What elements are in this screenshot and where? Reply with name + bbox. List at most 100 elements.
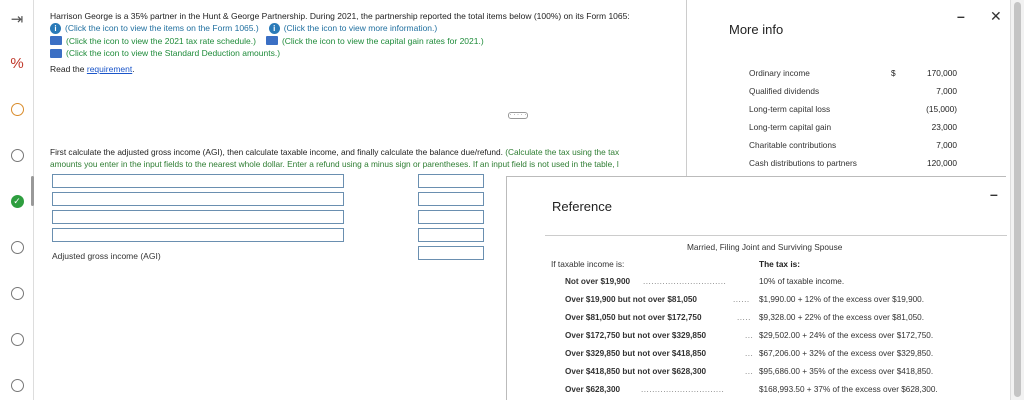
leader-dots: ..............................	[643, 277, 727, 286]
row-3-label-field[interactable]	[52, 210, 344, 224]
table-row: Charitable contributions 7,000	[749, 140, 957, 158]
table-row: Long-term capital gain 23,000	[749, 122, 957, 140]
tax-bracket-row: Over $418,850 but not over $628,300... $9…	[565, 367, 1005, 381]
circle-icon	[10, 378, 24, 392]
tax-bracket-row: Over $172,750 but not over $329,850... $2…	[565, 331, 1005, 345]
table-row: Ordinary income $170,000	[749, 68, 957, 86]
bracket-tax: $1,990.00 + 12% of the excess over $19,9…	[759, 295, 925, 304]
question-3-status[interactable]: ✓	[8, 192, 26, 210]
agi-label: Adjusted gross income (AGI)	[52, 251, 161, 261]
bracket-condition: Over $418,850 but not over $628,300	[565, 367, 707, 376]
book-icon[interactable]	[265, 36, 278, 46]
row-2-amount-field[interactable]	[418, 192, 484, 206]
question-6-status[interactable]	[8, 330, 26, 348]
divider	[545, 235, 1007, 236]
link-row-1: i (Click the icon to view the items on t…	[50, 22, 690, 34]
circle-icon	[10, 286, 24, 300]
item-label: Long-term capital loss	[749, 104, 831, 114]
bracket-condition: Over $628,300	[565, 385, 621, 394]
instruction-line-2: amounts you enter in the input fields to…	[50, 159, 619, 170]
item-value: 23,000	[931, 122, 957, 132]
page-scrollbar[interactable]	[1010, 0, 1024, 400]
tax-bracket-row: Not over $19,900........................…	[565, 277, 1005, 291]
link-row-2: (Click the icon to view the 2021 tax rat…	[50, 35, 690, 47]
bracket-tax: $67,206.00 + 32% of the excess over $329…	[759, 349, 934, 358]
question-4-status[interactable]	[8, 238, 26, 256]
tax-bracket-row: Over $628,300...........................…	[565, 385, 1005, 399]
bracket-condition: Over $19,900 but not over $81,050	[565, 295, 697, 304]
more-info-title: More info	[729, 22, 784, 37]
std-deduction-link[interactable]: (Click the icon to view the Standard Ded…	[66, 47, 280, 59]
more-info-panel: More info Ordinary income $170,000 Qualif…	[686, 0, 1010, 178]
more-info-table: Ordinary income $170,000 Qualified divide…	[749, 68, 957, 176]
bracket-tax: $168,993.50 + 37% of the excess over $62…	[759, 385, 938, 394]
more-info-link[interactable]: (Click the icon to view more information…	[284, 22, 438, 34]
leader-dots: .....	[737, 313, 751, 322]
tax-bracket-row: Over $19,900 but not over $81,050...... $…	[565, 295, 1005, 309]
agi-amount-field[interactable]	[418, 246, 484, 260]
book-icon[interactable]	[50, 36, 62, 46]
read-prefix: Read the	[50, 64, 87, 75]
requirement-link[interactable]: requirement	[87, 64, 132, 74]
item-value: 170,000	[927, 68, 957, 78]
item-value: (15,000)	[926, 104, 957, 114]
currency-symbol: $	[891, 68, 896, 78]
book-icon[interactable]	[50, 48, 62, 58]
item-value: 120,000	[927, 158, 957, 168]
instructions: First calculate the adjusted gross incom…	[50, 146, 685, 170]
leader-dots: ...	[745, 331, 754, 340]
question-2-status[interactable]	[8, 146, 26, 164]
question-nav-rail: ⇥ % ✓	[0, 0, 34, 400]
leader-dots: ...	[745, 367, 754, 376]
leader-dots: ..............................	[641, 385, 725, 394]
reference-minimize-button[interactable]: –	[990, 186, 998, 202]
table-row: Qualified dividends 7,000	[749, 86, 957, 104]
item-label: Ordinary income	[749, 68, 810, 78]
table-row: Cash distributions to partners 120,000	[749, 158, 957, 176]
rail-scrollbar[interactable]	[31, 176, 34, 206]
bracket-tax: $9,328.00 + 22% of the excess over $81,0…	[759, 313, 925, 322]
circle-icon	[10, 240, 24, 254]
circle-icon	[10, 332, 24, 346]
row-3-amount-field[interactable]	[418, 210, 484, 224]
arrow-right-bar-icon[interactable]: ⇥	[8, 10, 26, 28]
tax-schedule-link[interactable]: (Click the icon to view the 2021 tax rat…	[66, 35, 256, 47]
info-icon[interactable]: i	[50, 22, 61, 34]
instruction-note: (Calculate the tax using the tax	[505, 147, 620, 157]
items-link[interactable]: (Click the icon to view the items on the…	[65, 22, 259, 34]
link-row-3: (Click the icon to view the Standard Ded…	[50, 47, 690, 59]
row-2-label-field[interactable]	[52, 192, 344, 206]
question-1-status[interactable]	[8, 100, 26, 118]
bracket-tax: $95,686.00 + 35% of the excess over $418…	[759, 367, 934, 376]
question-7-status[interactable]	[8, 376, 26, 394]
expand-button[interactable]: · · · · ·	[508, 112, 528, 119]
percent-icon[interactable]: %	[8, 54, 26, 72]
row-4-label-field[interactable]	[52, 228, 344, 242]
table-row: Long-term capital loss (15,000)	[749, 104, 957, 122]
read-suffix: .	[132, 64, 135, 75]
tax-bracket-row: Over $81,050 but not over $172,750..... $…	[565, 313, 1005, 327]
bracket-condition: Over $329,850 but not over $418,850	[565, 349, 707, 358]
tax-header: The tax is:	[759, 259, 801, 269]
row-4-amount-field[interactable]	[418, 228, 484, 242]
item-label: Qualified dividends	[749, 86, 820, 96]
tax-schedule-heading: Married, Filing Joint and Surviving Spou…	[687, 242, 843, 252]
bracket-tax: $29,502.00 + 24% of the excess over $172…	[759, 331, 934, 340]
more-info-minimize-button[interactable]: –	[957, 8, 965, 24]
row-1-label-field[interactable]	[52, 174, 344, 188]
row-1-amount-field[interactable]	[418, 174, 484, 188]
capital-gain-link[interactable]: (Click the icon to view the capital gain…	[282, 35, 484, 47]
question-5-status[interactable]	[8, 284, 26, 302]
info-icon[interactable]: i	[268, 22, 280, 34]
reference-title: Reference	[552, 199, 612, 214]
taxable-income-header: If taxable income is:	[551, 259, 625, 269]
leader-dots: ...	[745, 349, 754, 358]
more-info-close-button[interactable]: ✕	[990, 8, 1002, 25]
scrollbar-thumb[interactable]	[1014, 2, 1021, 397]
item-value: 7,000	[936, 140, 957, 150]
item-label: Long-term capital gain	[749, 122, 832, 132]
question-body: Harrison George is a 35% partner in the …	[50, 10, 690, 76]
bracket-condition: Not over $19,900	[565, 277, 631, 286]
circle-icon	[10, 148, 24, 162]
bracket-tax: 10% of taxable income.	[759, 277, 845, 286]
